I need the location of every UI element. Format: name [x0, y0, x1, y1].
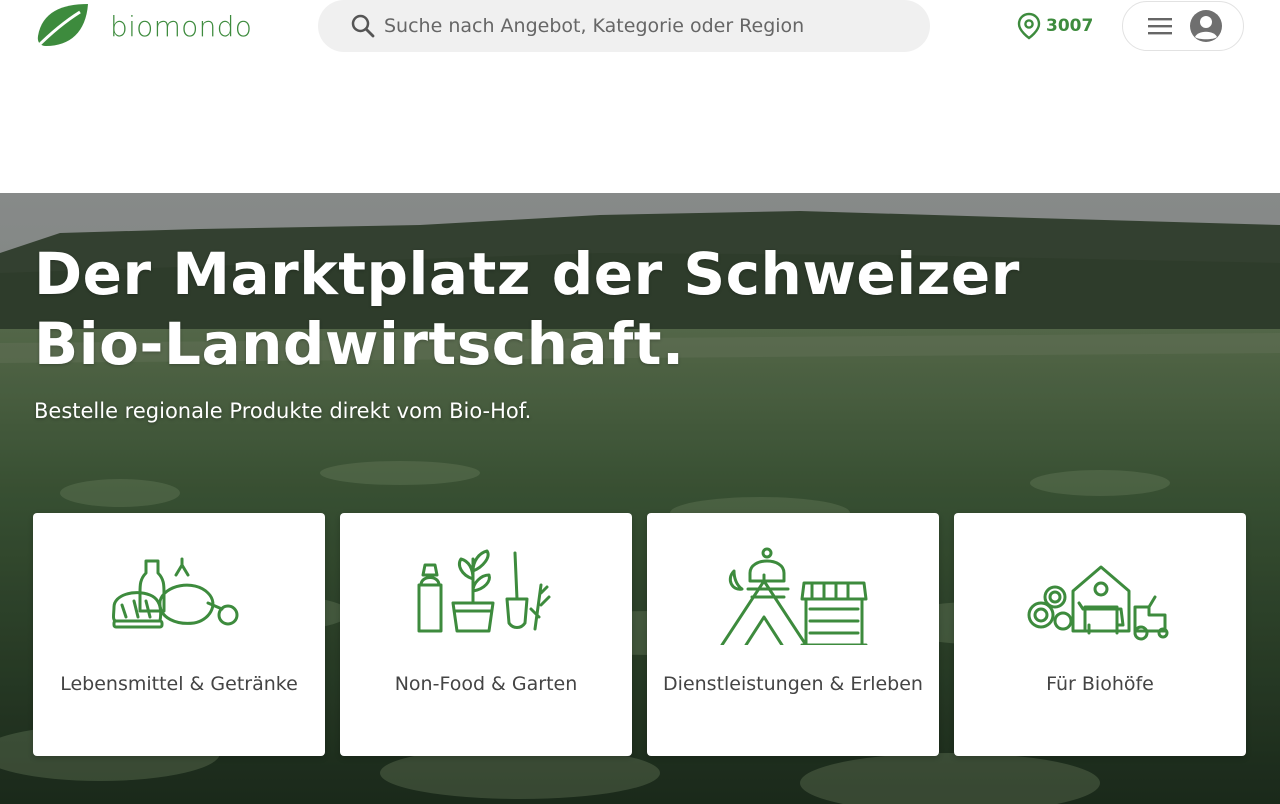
category-label: Für Biohöfe — [1046, 673, 1154, 695]
location-selector[interactable]: 3007 — [1016, 12, 1093, 40]
category-label: Dienstleistungen & Erleben — [663, 673, 923, 695]
user-menu-button[interactable] — [1122, 1, 1244, 51]
category-label: Lebensmittel & Getränke — [60, 673, 298, 695]
brand-name: biomondo — [110, 9, 253, 43]
hero-subtitle: Bestelle regionale Produkte direkt vom B… — [34, 399, 532, 423]
groceries-icon — [112, 557, 239, 629]
hero-title: Der Marktplatz der Schweizer Bio-Landwir… — [34, 240, 1020, 378]
category-card-food[interactable]: Lebensmittel & Getränke — [33, 513, 325, 756]
search-icon — [351, 14, 375, 38]
search-bar[interactable] — [318, 0, 930, 52]
category-card-farms[interactable]: Für Biohöfe — [954, 513, 1246, 756]
category-label: Non-Food & Garten — [394, 673, 578, 695]
header: biomondo 3007 — [0, 0, 1280, 60]
category-cards: Lebensmittel & Getränke Non-Food & Garte… — [0, 513, 1280, 757]
leaf-logo-icon — [34, 4, 88, 50]
menu-icon — [1148, 18, 1172, 35]
location-postcode: 3007 — [1046, 16, 1094, 36]
hero-section: Der Marktplatz der Schweizer Bio-Landwir… — [0, 193, 1280, 804]
search-input[interactable] — [384, 15, 904, 37]
user-avatar-icon — [1190, 10, 1222, 42]
category-card-services[interactable]: Dienstleistungen & Erleben — [647, 513, 939, 756]
services-icon — [720, 547, 868, 645]
category-card-garden[interactable]: Non-Food & Garten — [340, 513, 632, 756]
location-pin-icon — [1017, 12, 1041, 40]
brand-logo[interactable]: biomondo — [32, 2, 252, 50]
farm-icon — [1027, 565, 1169, 641]
garden-icon — [417, 549, 551, 633]
